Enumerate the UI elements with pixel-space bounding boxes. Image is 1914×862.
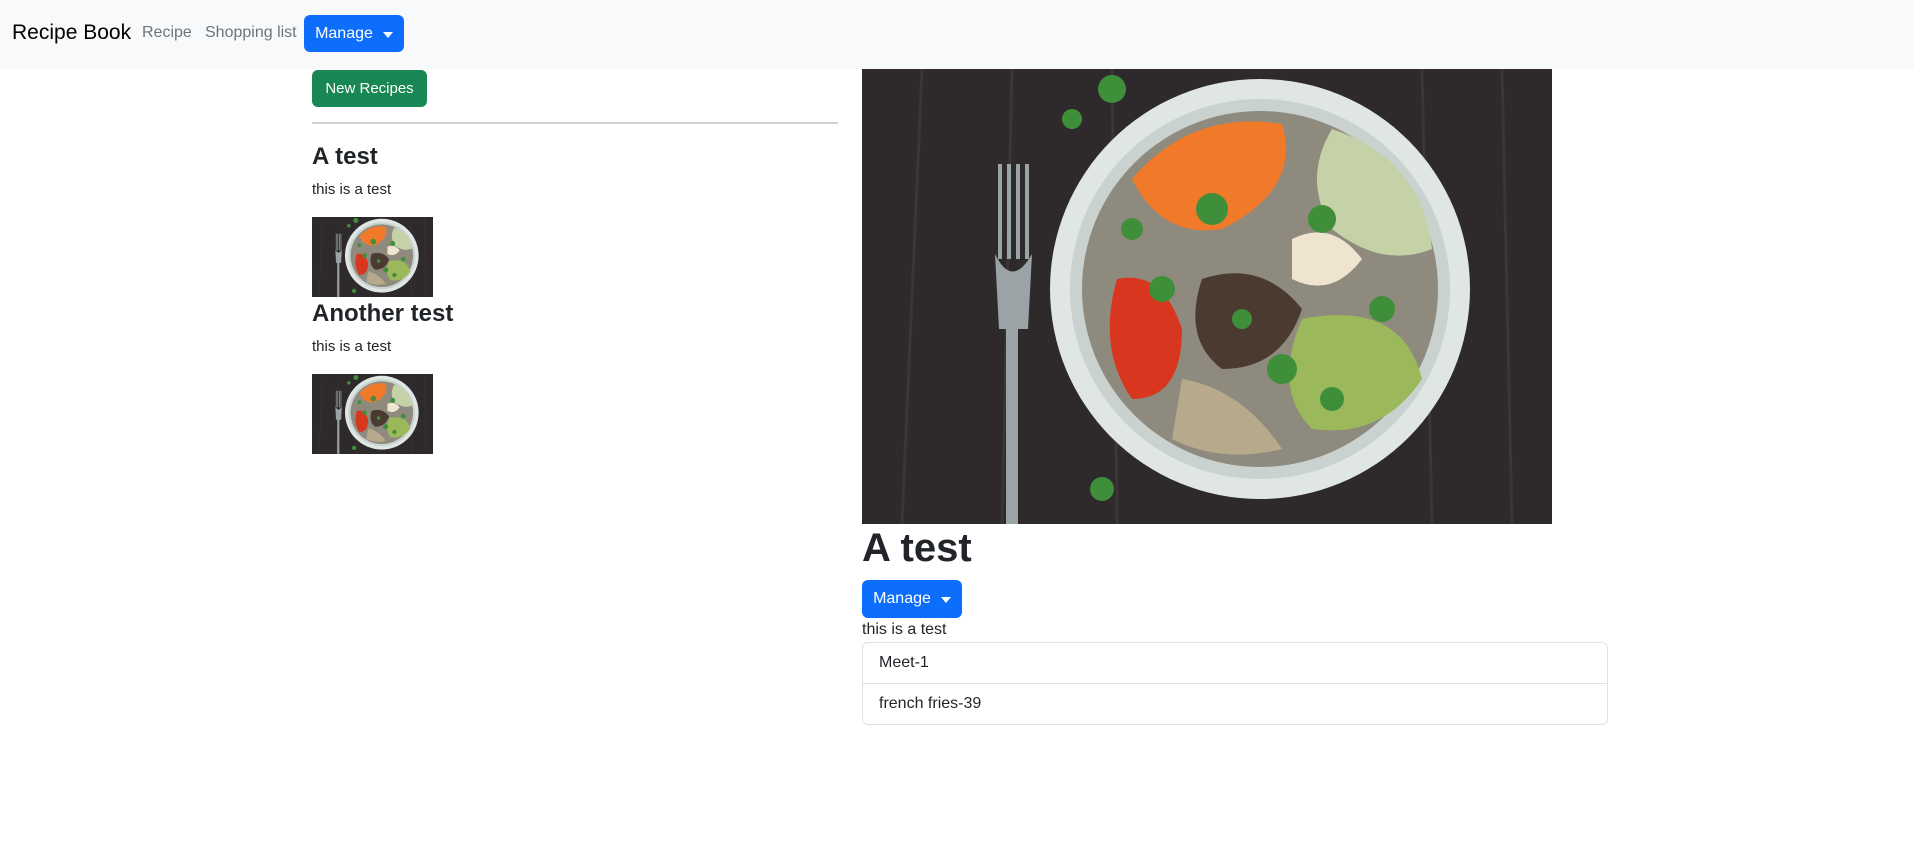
brand-link[interactable]: Recipe Book (12, 21, 131, 45)
nav-link-shopping-list[interactable]: Shopping list (205, 24, 297, 42)
caret-down-icon (382, 31, 393, 38)
recipe-item-thumbnail[interactable] (312, 217, 433, 297)
recipe-detail-title: A test (862, 526, 972, 570)
navbar-manage-dropdown[interactable]: Manage (304, 15, 404, 52)
recipe-item-description: this is a test (312, 181, 392, 198)
recipe-manage-label: Manage (873, 590, 931, 607)
ingredient-item[interactable]: Meet-1 (863, 643, 1607, 683)
recipe-hero-image (862, 69, 1552, 524)
navbar-manage-label: Manage (315, 24, 373, 42)
nav-link-recipe[interactable]: Recipe (142, 24, 192, 42)
recipe-item-title[interactable]: Another test (312, 300, 453, 328)
recipe-detail-description: this is a test (862, 621, 947, 638)
recipe-item-description: this is a test (312, 338, 392, 355)
navbar: Recipe Book Recipe Shopping list Manage (0, 0, 1914, 69)
caret-down-icon (940, 597, 951, 603)
list-divider (312, 122, 838, 124)
recipe-manage-dropdown[interactable]: Manage (862, 580, 962, 618)
recipe-item-thumbnail[interactable] (312, 374, 433, 454)
ingredient-list: Meet-1 french fries-39 (862, 642, 1608, 725)
new-recipes-button[interactable]: New Recipes (312, 70, 427, 107)
ingredient-item[interactable]: french fries-39 (863, 683, 1607, 724)
recipe-item-title[interactable]: A test (312, 143, 378, 171)
